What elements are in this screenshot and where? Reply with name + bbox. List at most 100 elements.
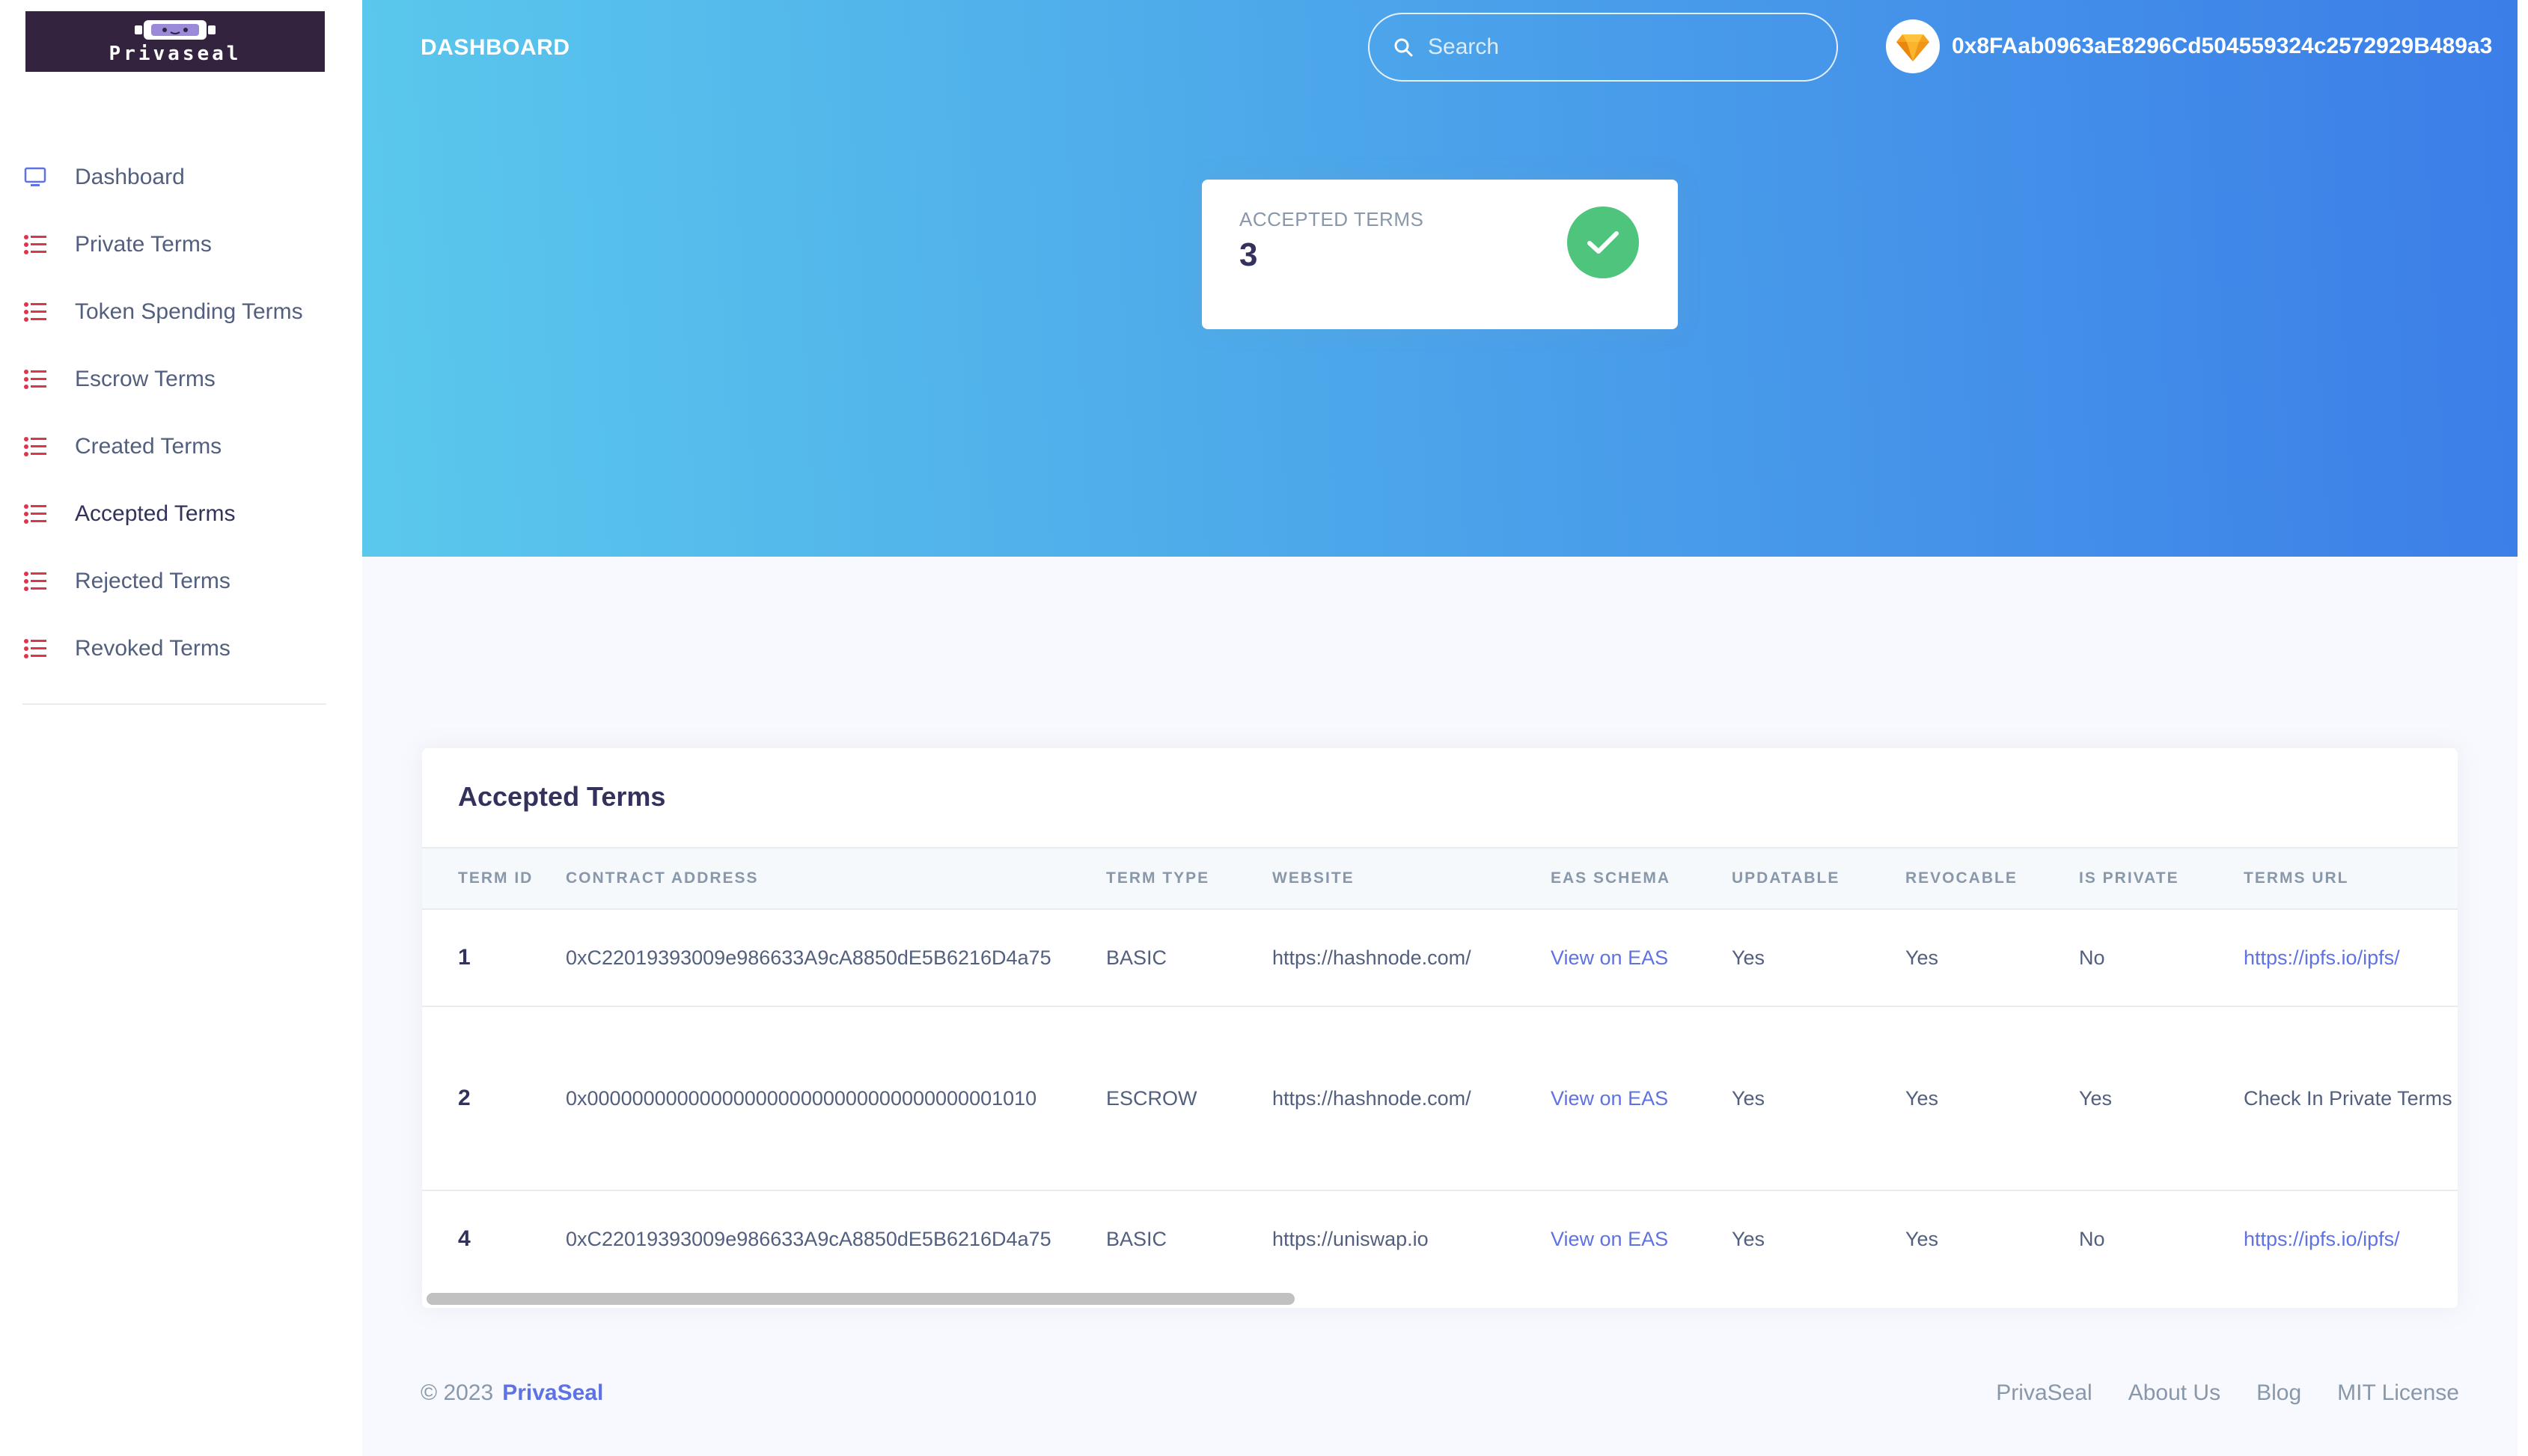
column-header-eas-schema: EAS SCHEMA	[1551, 847, 1732, 910]
footer-link-mit-license[interactable]: MIT License	[2337, 1380, 2459, 1406]
table-row: 1 0xC22019393009e986633A9cA8850dE5B6216D…	[422, 909, 2458, 1007]
accepted-terms-table: TERM ID CONTRACT ADDRESS TERM TYPE WEBSI…	[422, 847, 2458, 1287]
sidebar-item-private-terms[interactable]: Private Terms	[0, 211, 362, 278]
sidebar-divider	[22, 703, 326, 705]
view-on-eas-link[interactable]: View on EAS	[1551, 1087, 1668, 1110]
robot-logo-icon	[135, 19, 216, 40]
view-on-eas-link[interactable]: View on EAS	[1551, 1228, 1668, 1250]
term-id-cell: 1	[422, 909, 566, 1007]
account-address: 0x8FAab0963aE8296Cd504559324c2572929B489…	[1952, 34, 2493, 58]
footer-links: PrivaSeal About Us Blog MIT License	[1960, 1380, 2459, 1406]
terms-url-cell: Check In Private Terms	[2244, 1006, 2458, 1191]
terms-url-link[interactable]: https://ipfs.io/ipfs/	[2244, 1228, 2400, 1250]
sidebar-item-token-spending-terms[interactable]: Token Spending Terms	[0, 278, 362, 346]
sidebar-item-label: Accepted Terms	[75, 501, 236, 526]
is-private-cell: No	[2079, 909, 2244, 1007]
avatar[interactable]	[1886, 19, 1940, 73]
list-icon	[22, 569, 48, 594]
footer-copyright: © 2023 PrivaSeal	[421, 1380, 603, 1406]
column-header-revocable: REVOCABLE	[1905, 847, 2079, 910]
check-icon	[1567, 207, 1639, 278]
terms-url-cell: https://ipfs.io/ipfs/	[2244, 909, 2458, 1007]
term-id-cell: 4	[422, 1190, 566, 1287]
list-icon	[22, 434, 48, 459]
terms-url-cell: https://ipfs.io/ipfs/	[2244, 1190, 2458, 1287]
search-box[interactable]	[1368, 13, 1838, 82]
logo-text: Privaseal	[109, 42, 242, 65]
column-header-term-type: TERM TYPE	[1106, 847, 1272, 910]
is-private-cell: No	[2079, 1190, 2244, 1287]
sidebar-item-escrow-terms[interactable]: Escrow Terms	[0, 346, 362, 413]
table-scroll-area[interactable]: TERM ID CONTRACT ADDRESS TERM TYPE WEBSI…	[422, 847, 2458, 1287]
column-header-terms-url: TERMS URL	[2244, 847, 2458, 910]
footer-brand-link[interactable]: PrivaSeal	[502, 1380, 603, 1405]
sidebar-item-label: Revoked Terms	[75, 636, 230, 661]
sidebar-item-label: Private Terms	[75, 232, 212, 257]
table-header-row: TERM ID CONTRACT ADDRESS TERM TYPE WEBSI…	[422, 847, 2458, 910]
website-cell: https://uniswap.io	[1272, 1190, 1551, 1287]
sidebar-item-label: Dashboard	[75, 165, 185, 189]
sidebar-item-label: Escrow Terms	[75, 367, 216, 391]
scrollbar-thumb[interactable]	[427, 1293, 1295, 1305]
footer-link-about-us[interactable]: About Us	[2128, 1380, 2220, 1406]
list-icon	[22, 232, 48, 257]
sidebar-item-label: Rejected Terms	[75, 569, 230, 593]
column-header-is-private: IS PRIVATE	[2079, 847, 2244, 910]
term-type-cell: BASIC	[1106, 909, 1272, 1007]
sidebar-item-label: Token Spending Terms	[75, 299, 303, 324]
eas-schema-cell: View on EAS	[1551, 1006, 1732, 1191]
updatable-cell: Yes	[1732, 909, 1905, 1007]
privaseal-logo[interactable]: Privaseal	[25, 11, 325, 72]
table-title: Accepted Terms	[458, 781, 666, 812]
sidebar-item-dashboard[interactable]: Dashboard	[0, 144, 362, 211]
terms-url-link[interactable]: https://ipfs.io/ipfs/	[2244, 946, 2400, 969]
list-icon	[22, 367, 48, 392]
revocable-cell: Yes	[1905, 1006, 2079, 1191]
website-cell: https://hashnode.com/	[1272, 1006, 1551, 1191]
column-header-contract-address: CONTRACT ADDRESS	[566, 847, 1106, 910]
sidebar-item-label: Created Terms	[75, 434, 222, 459]
table-row: 2 0x000000000000000000000000000000000000…	[422, 1006, 2458, 1191]
view-on-eas-link[interactable]: View on EAS	[1551, 946, 1668, 969]
sidebar-item-created-terms[interactable]: Created Terms	[0, 413, 362, 480]
table-row: 4 0xC22019393009e986633A9cA8850dE5B6216D…	[422, 1190, 2458, 1287]
website-cell: https://hashnode.com/	[1272, 909, 1551, 1007]
horizontal-scrollbar[interactable]	[422, 1290, 2458, 1308]
column-header-website: WEBSITE	[1272, 847, 1551, 910]
term-id-cell: 2	[422, 1006, 566, 1191]
eas-schema-cell: View on EAS	[1551, 1190, 1732, 1287]
eas-schema-cell: View on EAS	[1551, 909, 1732, 1007]
term-type-cell: ESCROW	[1106, 1006, 1272, 1191]
column-header-updatable: UPDATABLE	[1732, 847, 1905, 910]
accepted-terms-table-card: Accepted Terms TERM ID CONTRACT ADDRESS …	[422, 748, 2458, 1308]
column-header-term-id: TERM ID	[422, 847, 566, 910]
sidebar-item-accepted-terms[interactable]: Accepted Terms	[0, 480, 362, 548]
sidebar-nav: Dashboard Private Terms Token Spending T…	[0, 144, 362, 682]
search-icon	[1394, 38, 1413, 57]
list-icon	[22, 299, 48, 325]
term-type-cell: BASIC	[1106, 1190, 1272, 1287]
contract-address-cell: 0x00000000000000000000000000000000000010…	[566, 1006, 1106, 1191]
stat-value: 3	[1239, 236, 1258, 273]
list-icon	[22, 636, 48, 661]
copyright-text: © 2023	[421, 1380, 494, 1405]
revocable-cell: Yes	[1905, 1190, 2079, 1287]
sidebar-item-rejected-terms[interactable]: Rejected Terms	[0, 548, 362, 615]
search-input[interactable]	[1428, 34, 1817, 60]
updatable-cell: Yes	[1732, 1006, 1905, 1191]
stat-label: ACCEPTED TERMS	[1239, 208, 1424, 230]
sidebar-item-revoked-terms[interactable]: Revoked Terms	[0, 615, 362, 682]
is-private-cell: Yes	[2079, 1006, 2244, 1191]
contract-address-cell: 0xC22019393009e986633A9cA8850dE5B6216D4a…	[566, 1190, 1106, 1287]
contract-address-cell: 0xC22019393009e986633A9cA8850dE5B6216D4a…	[566, 909, 1106, 1007]
list-icon	[22, 501, 48, 527]
footer-link-blog[interactable]: Blog	[2256, 1380, 2301, 1406]
account-menu[interactable]: 0x8FAab0963aE8296Cd504559324c2572929B489…	[1886, 19, 2492, 73]
updatable-cell: Yes	[1732, 1190, 1905, 1287]
monitor-icon	[22, 165, 48, 190]
accepted-terms-stat-card: ACCEPTED TERMS 3	[1202, 180, 1678, 329]
gem-icon	[1896, 34, 1929, 61]
page-title: DASHBOARD	[421, 35, 570, 60]
footer-link-privaseal[interactable]: PrivaSeal	[1996, 1380, 2092, 1406]
sidebar: Privaseal Dashboard Private Terms Token …	[0, 0, 362, 1456]
